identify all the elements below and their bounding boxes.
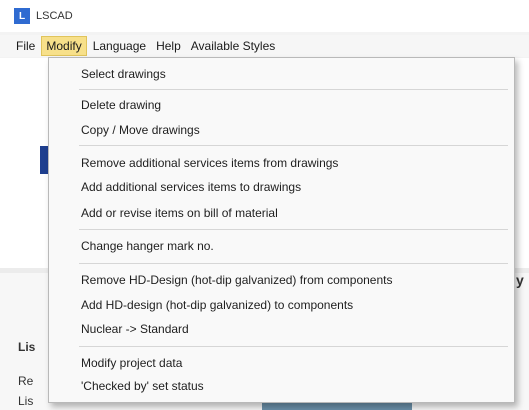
menu-item-copy-move-drawings[interactable]: Copy / Move drawings [81,123,200,137]
menu-item-remove-additional-services[interactable]: Remove additional services items from dr… [81,156,338,170]
menu-item-remove-hd-design[interactable]: Remove HD-Design (hot-dip galvanized) fr… [81,273,392,287]
menu-separator [79,145,508,146]
menu-item-add-additional-services[interactable]: Add additional services items to drawing… [81,180,301,194]
bg-label-list: Lis [18,340,36,354]
menu-item-checked-by-status[interactable]: 'Checked by' set status [81,379,204,393]
menu-item-add-revise-bom[interactable]: Add or revise items on bill of material [81,206,278,220]
menu-item-modify-project-data[interactable]: Modify project data [81,356,182,370]
window-title: LSCAD [36,10,73,22]
menu-item-add-hd-design[interactable]: Add HD-design (hot-dip galvanized) to co… [81,298,353,312]
app-icon: L [14,8,30,24]
menu-item-delete-drawing[interactable]: Delete drawing [81,98,161,112]
menu-separator [79,89,508,90]
menu-file[interactable]: File [12,37,39,55]
modify-dropdown-menu: Select drawings Delete drawing Copy / Mo… [48,57,515,403]
menu-item-nuclear-standard[interactable]: Nuclear -> Standard [81,322,189,336]
bg-label-re: Re [18,374,34,388]
menu-separator [79,263,508,264]
bg-right-char: y [516,272,524,288]
menu-separator [79,229,508,230]
menu-modify[interactable]: Modify [41,36,87,56]
bg-progress-strip [262,403,412,410]
title-bar: L LSCAD [0,0,529,32]
menu-separator [79,346,508,347]
menu-bar: File Modify Language Help Available Styl… [0,35,529,57]
menu-language[interactable]: Language [89,37,150,55]
menu-help[interactable]: Help [152,37,185,55]
menu-available-styles[interactable]: Available Styles [187,37,280,55]
menu-item-change-hanger-mark[interactable]: Change hanger mark no. [81,239,214,253]
panel-accent [40,146,48,174]
bg-label-list-2: Lis [18,394,34,408]
menu-item-select-drawings[interactable]: Select drawings [81,67,166,81]
